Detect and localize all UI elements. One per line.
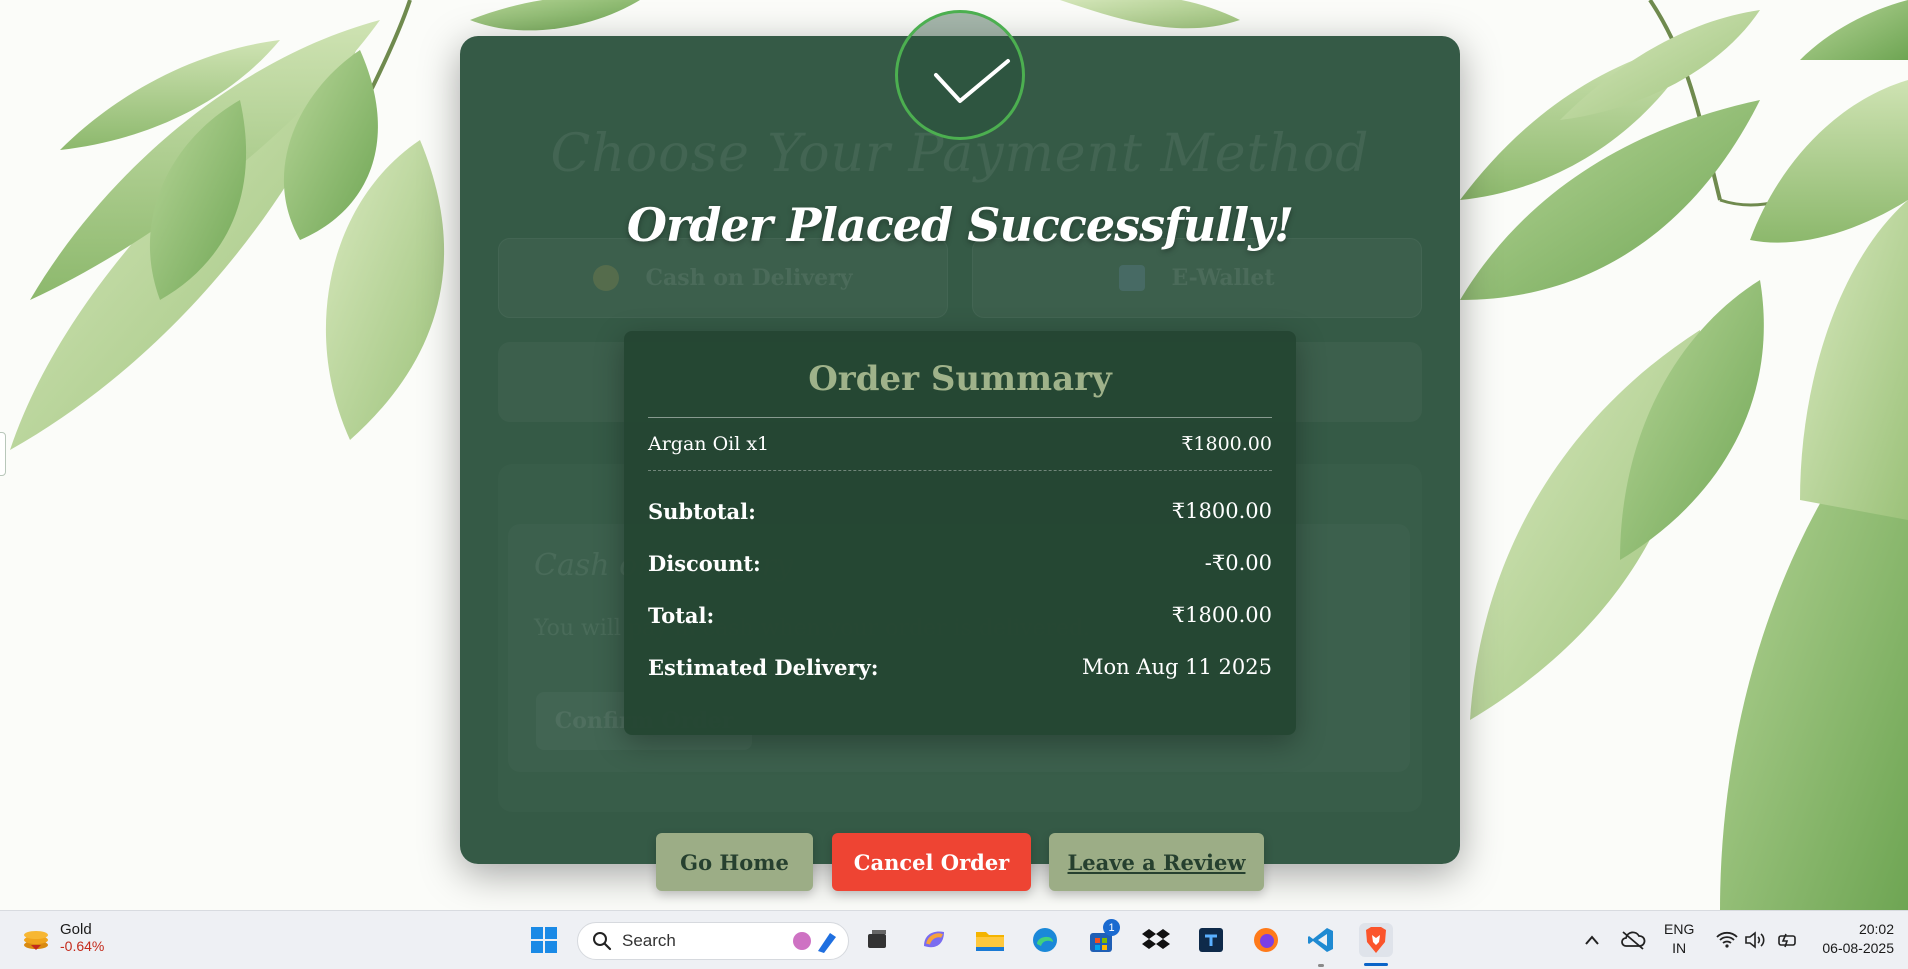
language-indicator[interactable]: ENG IN xyxy=(1664,920,1694,958)
leave-review-button[interactable]: Leave a Review xyxy=(1049,833,1264,891)
order-summary-panel: Order Summary Argan Oil x1 ₹1800.00 Subt… xyxy=(624,331,1296,735)
order-summary-title: Order Summary xyxy=(808,359,1112,399)
cancel-order-button[interactable]: Cancel Order xyxy=(832,833,1031,891)
total-row: Total: ₹1800.00 xyxy=(648,589,1272,641)
start-icon[interactable] xyxy=(527,923,561,957)
vscode-icon[interactable] xyxy=(1304,923,1338,957)
subtotal-label: Subtotal: xyxy=(648,498,756,524)
gold-coins-icon xyxy=(22,925,50,951)
lang-primary: ENG xyxy=(1664,921,1695,937)
system-clock[interactable]: 20:02 06-08-2025 xyxy=(1822,920,1894,958)
volume-icon[interactable] xyxy=(1738,923,1772,957)
summary-dashed-divider xyxy=(648,470,1272,471)
side-panel-handle[interactable] xyxy=(0,432,6,476)
total-label: Total: xyxy=(648,602,715,628)
store-icon[interactable]: 1 xyxy=(1084,919,1120,957)
success-check-icon xyxy=(895,10,1025,140)
search-icon xyxy=(593,932,612,951)
firefox-icon[interactable] xyxy=(1249,923,1283,957)
edge-icon[interactable] xyxy=(1028,923,1062,957)
chevron-up-icon[interactable] xyxy=(1575,923,1609,957)
clock-date: 06-08-2025 xyxy=(1822,940,1894,956)
cloud-offline-icon[interactable] xyxy=(1616,923,1650,957)
list-item: Argan Oil x1 ₹1800.00 xyxy=(648,418,1272,470)
stock-widget[interactable]: Gold -0.64% xyxy=(22,921,104,954)
battery-icon[interactable] xyxy=(1770,923,1804,957)
money-bag-icon xyxy=(593,265,620,291)
go-home-button[interactable]: Go Home xyxy=(656,833,813,891)
item-name: Argan Oil x1 xyxy=(648,433,770,455)
copilot-icon[interactable] xyxy=(917,923,951,957)
taskbar-search-input[interactable]: Search xyxy=(577,922,849,960)
payment-option-label: Cash on Delivery xyxy=(645,265,853,291)
lang-secondary: IN xyxy=(1672,940,1687,956)
store-badge: 1 xyxy=(1103,919,1120,936)
total-value: ₹1800.00 xyxy=(1171,603,1272,627)
item-price: ₹1800.00 xyxy=(1181,433,1272,455)
wallet-icon xyxy=(1119,265,1146,291)
subtotal-row: Subtotal: ₹1800.00 xyxy=(648,485,1272,537)
brave-icon[interactable] xyxy=(1359,923,1393,957)
taskbar: Gold -0.64% Search 1 ENG IN 20:02 06-08-… xyxy=(0,910,1908,969)
terminal-icon[interactable] xyxy=(1194,923,1228,957)
payment-option-label: E-Wallet xyxy=(1171,265,1275,291)
delivery-value: Mon Aug 11 2025 xyxy=(1082,655,1272,679)
delivery-label: Estimated Delivery: xyxy=(648,654,879,680)
subtotal-value: ₹1800.00 xyxy=(1171,499,1272,523)
running-indicator xyxy=(1318,964,1324,967)
widget-name: Gold xyxy=(60,921,92,938)
discount-value: -₹0.00 xyxy=(1204,551,1272,575)
search-placeholder: Search xyxy=(622,931,676,950)
delivery-row: Estimated Delivery: Mon Aug 11 2025 xyxy=(648,641,1272,693)
dropbox-icon[interactable] xyxy=(1139,923,1173,957)
file-explorer-icon[interactable] xyxy=(973,923,1007,957)
search-highlight-icon xyxy=(790,929,840,955)
clock-time: 20:02 xyxy=(1858,921,1894,937)
discount-row: Discount: -₹0.00 xyxy=(648,537,1272,589)
widget-change: -0.64% xyxy=(60,938,105,954)
discount-label: Discount: xyxy=(648,550,761,576)
success-title: Order Placed Successfully! xyxy=(626,198,1294,252)
active-app-indicator xyxy=(1364,963,1388,966)
task-view-icon[interactable] xyxy=(860,923,894,957)
